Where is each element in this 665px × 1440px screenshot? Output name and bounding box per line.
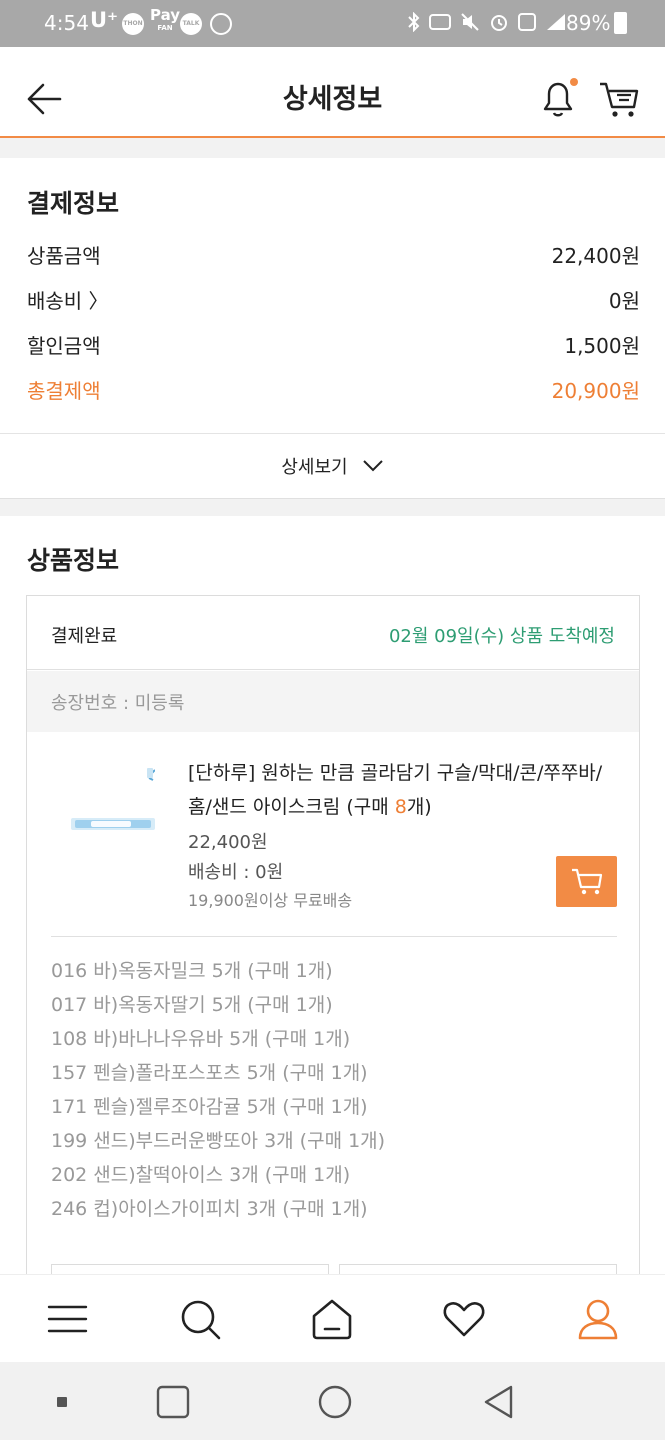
carrier-label: U⁺ [90,8,119,32]
row-value: 1,500원 [564,334,640,358]
product-price: 22,400원 [188,832,268,853]
product-amount-row: 상품금액 22,400원 [27,240,640,272]
lte-icon [518,13,536,31]
option-item: 246 컵)아이스가이피치 3개 (구매 1개) [51,1198,368,1220]
option-item: 199 샌드)부드러운빵또아 3개 (구매 1개) [51,1130,386,1152]
option-item: 016 바)옥동자밀크 5개 (구매 1개) [51,960,333,982]
free-shipping-note: 19,900원이상 무료배송 [188,891,353,910]
battery-percent: 89% [566,11,611,35]
home-circle-icon[interactable] [315,1382,355,1422]
thon-badge-icon: THON [122,13,144,35]
status-bar: 4:54 U⁺ THON Pay FAN TALK 89% [0,0,665,47]
row-label: 상품금액 [27,244,101,268]
status-time: 4:54 [44,11,89,35]
product-shipping: 배송비 : 0원 [188,862,284,883]
divider [51,936,617,937]
order-status: 결제완료 [51,626,118,647]
bluetooth-icon [408,12,420,32]
cart-icon [571,868,602,894]
system-navigation-bar [0,1362,665,1440]
view-details-button[interactable]: 상세보기 [0,434,665,498]
selected-options-list: 016 바)옥동자밀크 5개 (구매 1개) 017 바)옥동자딸기 5개 (구… [51,956,617,1228]
option-item: 017 바)옥동자딸기 5개 (구매 1개) [51,994,333,1016]
product-name[interactable]: [단하루] 원하는 만큼 골라담기 구슬/막대/콘/쭈쭈바/홈/샌드 아이스크림… [188,756,618,824]
product-qty: 8 [394,796,407,818]
shipping-fee-row[interactable]: 배송비 〉 0원 [27,285,640,317]
delivery-eta: 02월 09일(수) 상품 도착예정 [388,626,615,647]
home-icon[interactable] [310,1297,354,1341]
total-payment-row: 총결제액 20,900원 [27,375,640,407]
battery-icon [614,12,627,34]
bottom-navigation [0,1274,665,1362]
add-to-cart-button[interactable] [556,856,617,907]
product-section-title: 상품정보 [27,546,120,575]
recents-indicator-icon[interactable] [42,1382,82,1422]
row-label: 할인금액 [27,334,101,358]
notification-bell-icon[interactable] [540,77,578,119]
system-icons [408,12,567,32]
option-item: 171 펜슬)젤루조아감귤 5개 (구매 1개) [51,1096,368,1118]
row-label: 총결제액 [27,379,101,403]
option-item: 157 펜슬)폴라포스포츠 5개 (구매 1개) [51,1062,368,1084]
row-value: 20,900원 [551,379,640,403]
nfc-icon [429,14,451,30]
back-triangle-icon[interactable] [478,1382,518,1422]
payment-info-section: 결제정보 상품금액 22,400원 배송비 〉 0원 할인금액 1,500원 총… [0,158,665,499]
order-card-header: 결제완료 02월 09일(수) 상품 도착예정 [27,596,639,670]
cart-icon[interactable] [598,81,640,119]
top-app-bar: 상세정보 [0,47,665,138]
row-label[interactable]: 배송비 〉 [27,285,109,317]
walk-icon [210,13,232,35]
alarm-icon [491,15,507,31]
my-page-person-icon[interactable] [576,1297,620,1341]
option-item: 108 바)바나나우유바 5개 (구매 1개) [51,1028,351,1050]
talk-badge-icon: TALK [180,13,202,35]
product-info-section: 상품정보 결제완료 02월 09일(수) 상품 도착예정 송장번호 : 미등록 … [0,516,665,1304]
mute-icon [461,13,479,31]
discount-amount-row: 할인금액 1,500원 [27,330,640,362]
chevron-down-icon [362,460,383,472]
heart-icon[interactable] [442,1297,486,1341]
overview-square-icon[interactable] [153,1382,193,1422]
screen: 4:54 U⁺ THON Pay FAN TALK 89% 상세정보 결제정보 … [0,0,665,1440]
product-name-suffix: 개) [406,796,432,818]
search-icon[interactable] [178,1297,222,1341]
row-value: 0원 [608,289,640,313]
tracking-number: 송장번호 : 미등록 [27,671,639,732]
payment-section-title: 결제정보 [27,189,120,218]
view-details-label: 상세보기 [281,457,348,478]
row-value: 22,400원 [551,244,640,268]
order-card: 결제완료 02월 09일(수) 상품 도착예정 송장번호 : 미등록 [단하루]… [26,595,640,1304]
menu-icon[interactable] [46,1297,90,1341]
option-item: 202 샌드)찰떡아이스 3개 (구매 1개) [51,1164,351,1186]
payfan-icon: Pay FAN [150,8,180,35]
product-thumbnail-image[interactable] [71,766,155,846]
signal-icon [547,14,565,30]
